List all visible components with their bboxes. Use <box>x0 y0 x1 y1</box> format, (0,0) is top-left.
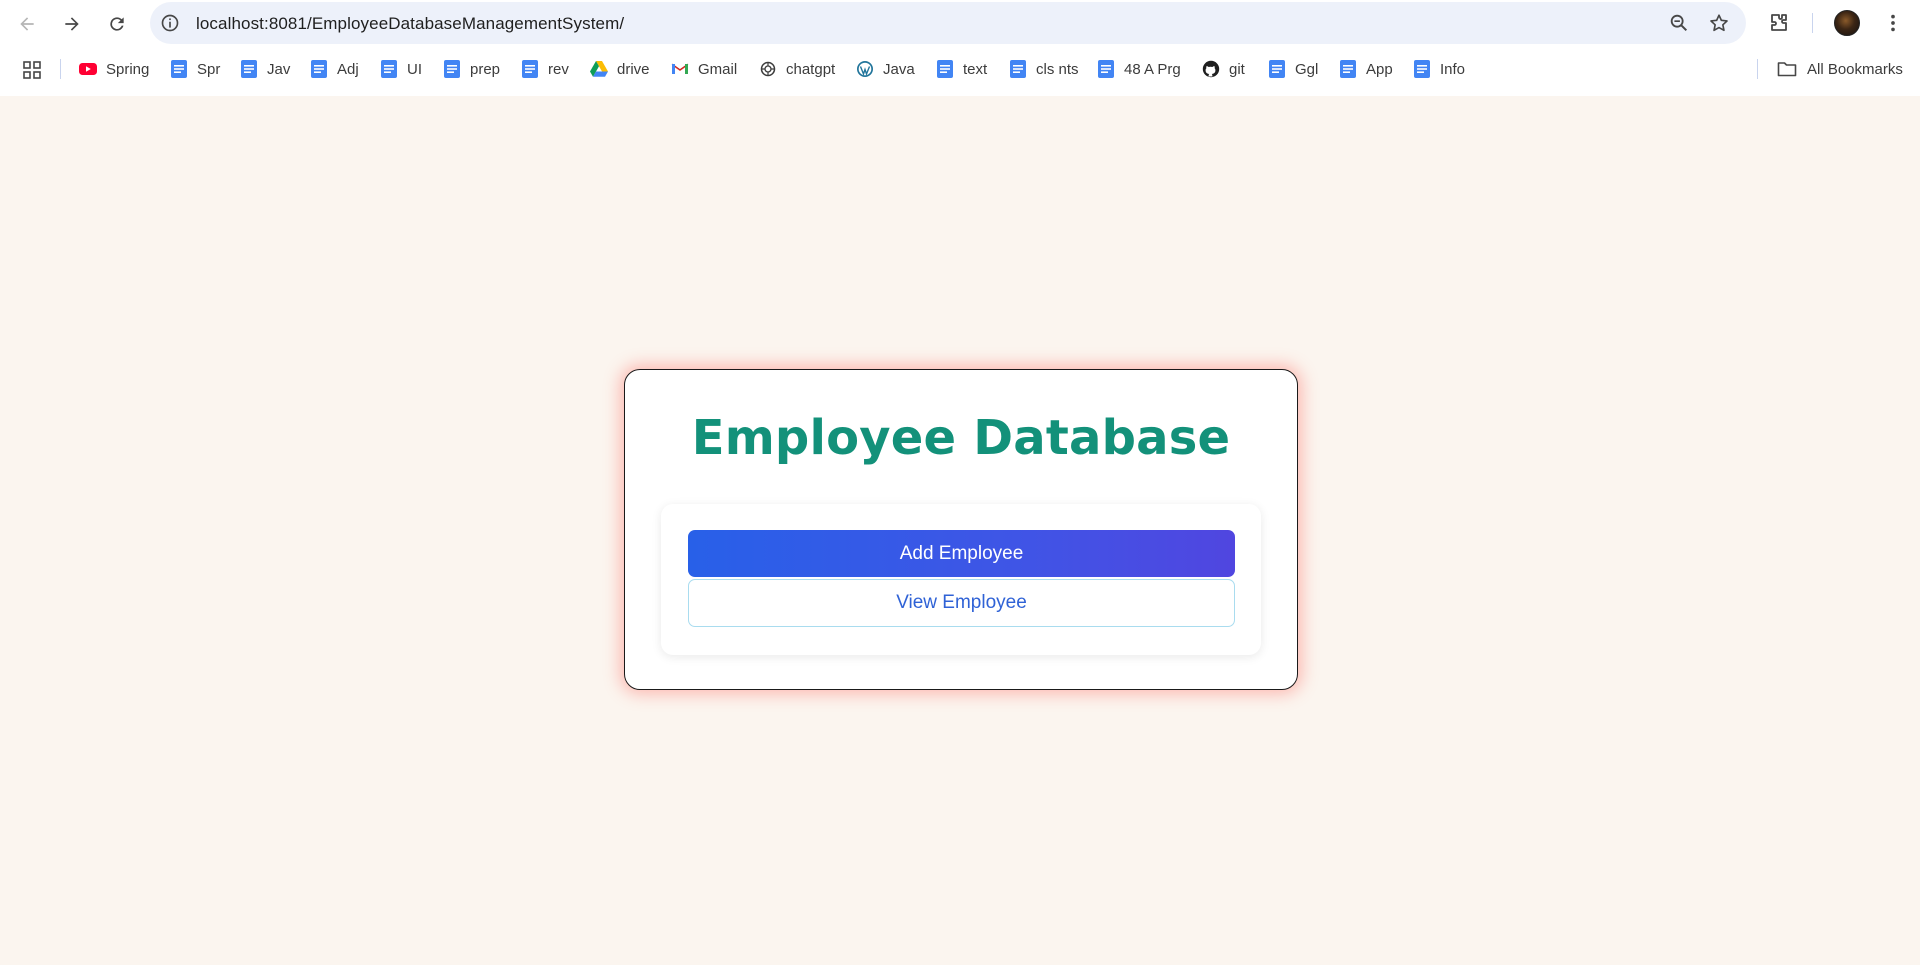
drive-icon <box>590 60 608 78</box>
bookmarks-divider-right <box>1757 59 1758 79</box>
reload-icon <box>110 17 124 31</box>
bookmark-ui[interactable]: UI <box>380 57 422 81</box>
toolbar-divider <box>1812 13 1813 33</box>
docs-icon <box>1097 60 1115 78</box>
bookmark-text[interactable]: text <box>936 57 987 81</box>
docs-icon <box>310 60 328 78</box>
address-bar[interactable]: localhost:8081/EmployeeDatabaseManagemen… <box>150 2 1746 44</box>
bookmark-prep[interactable]: prep <box>443 57 500 81</box>
page-title: Employee Database <box>691 410 1231 466</box>
bookmark-star-icon[interactable] <box>1708 12 1730 34</box>
gmail-icon <box>671 60 689 78</box>
browser-menu-icon[interactable] <box>1882 12 1904 34</box>
bookmark-git[interactable]: git <box>1202 57 1245 81</box>
view-employee-button[interactable]: View Employee <box>688 579 1235 627</box>
bookmark-rev[interactable]: rev <box>521 57 569 81</box>
back-arrow-icon <box>20 17 34 31</box>
all-bookmarks-button[interactable]: All Bookmarks <box>1777 57 1903 81</box>
bookmark-chatgpt[interactable]: chatgpt <box>759 57 835 81</box>
wordpress-icon <box>856 60 874 78</box>
bookmark-jav[interactable]: Jav <box>240 57 290 81</box>
bookmark-spr[interactable]: Spr <box>170 57 220 81</box>
docs-icon <box>521 60 539 78</box>
apps-grid-icon[interactable] <box>22 60 42 80</box>
url-text[interactable]: localhost:8081/EmployeeDatabaseManagemen… <box>196 14 624 34</box>
profile-avatar[interactable] <box>1834 10 1860 36</box>
bookmark-spring[interactable]: Spring <box>79 57 149 81</box>
bookmarks-bar: Spring Spr Jav Adj UI prep rev drive Gma… <box>0 52 1920 86</box>
docs-icon <box>240 60 258 78</box>
bookmark-drive[interactable]: drive <box>590 57 650 81</box>
bookmarks-divider <box>60 59 61 79</box>
bookmark-ggl[interactable]: Ggl <box>1268 57 1318 81</box>
bookmark-gmail[interactable]: Gmail <box>671 57 737 81</box>
back-button[interactable] <box>10 7 44 41</box>
youtube-icon <box>79 60 97 78</box>
employee-database-card: Employee Database Add Employee View Empl… <box>624 369 1298 690</box>
docs-icon <box>1009 60 1027 78</box>
docs-icon <box>380 60 398 78</box>
docs-icon <box>443 60 461 78</box>
add-employee-button[interactable]: Add Employee <box>688 530 1235 577</box>
forward-arrow-icon <box>65 17 79 31</box>
docs-icon <box>170 60 188 78</box>
docs-icon <box>936 60 954 78</box>
browser-toolbar: localhost:8081/EmployeeDatabaseManagemen… <box>0 0 1920 46</box>
bookmark-info[interactable]: Info <box>1413 57 1465 81</box>
docs-icon <box>1339 60 1357 78</box>
folder-icon <box>1777 60 1797 78</box>
github-icon <box>1202 60 1220 78</box>
reload-button[interactable] <box>100 7 134 41</box>
docs-icon <box>1413 60 1431 78</box>
forward-button[interactable] <box>55 7 89 41</box>
bookmark-java-wordpress[interactable]: Java <box>856 57 915 81</box>
docs-icon <box>1268 60 1286 78</box>
bookmark-adj[interactable]: Adj <box>310 57 359 81</box>
bookmark-48-a-prg[interactable]: 48 A Prg <box>1097 57 1181 81</box>
extensions-icon[interactable] <box>1767 11 1791 35</box>
zoom-icon[interactable] <box>1668 12 1690 34</box>
site-info-icon[interactable] <box>160 13 180 33</box>
chatgpt-icon <box>759 60 777 78</box>
actions-panel: Add Employee View Employee <box>661 504 1261 655</box>
bookmark-app[interactable]: App <box>1339 57 1393 81</box>
bookmark-cls-nts[interactable]: cls nts <box>1009 57 1079 81</box>
browser-chrome: localhost:8081/EmployeeDatabaseManagemen… <box>0 0 1920 96</box>
